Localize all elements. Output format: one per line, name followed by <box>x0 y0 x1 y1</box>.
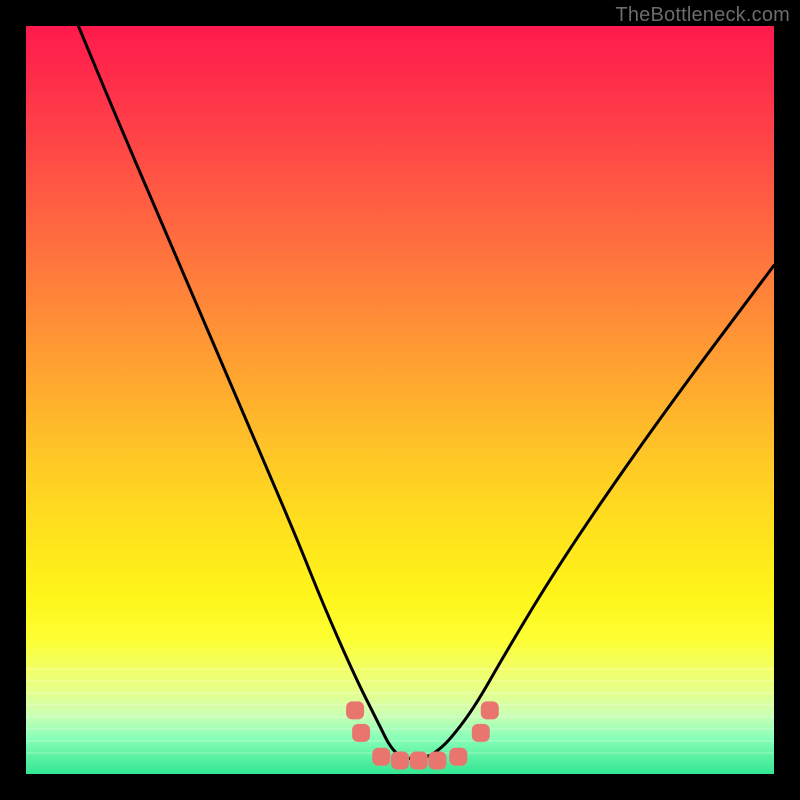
curve-marker <box>346 701 364 719</box>
curve-markers <box>346 701 499 769</box>
curve-layer <box>26 26 774 774</box>
curve-marker <box>449 748 467 766</box>
curve-marker <box>372 748 390 766</box>
chart-frame: TheBottleneck.com <box>0 0 800 800</box>
watermark-text: TheBottleneck.com <box>615 4 790 27</box>
curve-marker <box>391 752 409 770</box>
curve-marker <box>472 724 490 742</box>
curve-marker <box>352 724 370 742</box>
curve-marker <box>410 752 428 770</box>
plot-area <box>26 26 774 774</box>
curve-marker <box>481 701 499 719</box>
bottleneck-curve <box>78 26 774 759</box>
curve-marker <box>428 752 446 770</box>
bottleneck-curve-path <box>78 26 774 759</box>
